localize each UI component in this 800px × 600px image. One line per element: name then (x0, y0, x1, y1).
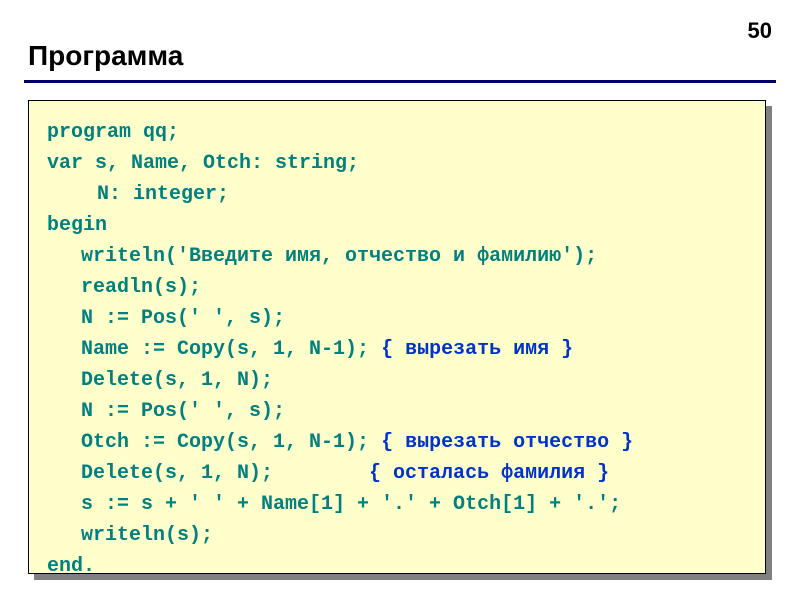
code-line: N: integer; (47, 179, 747, 210)
code-text: writeln('Введите имя, отчество и фамилию… (81, 245, 597, 268)
title-underline (24, 80, 776, 83)
code-line: Delete(s, 1, N); { осталась фамилия } (47, 458, 747, 489)
code-line: Otch := Copy(s, 1, N-1); { вырезать отче… (47, 427, 747, 458)
code-container: program qq; var s, Name, Otch: string; N… (28, 100, 772, 580)
page-title: Программа (28, 40, 183, 72)
code-line: writeln(s); (47, 520, 747, 551)
code-line: N := Pos(' ', s); (47, 396, 747, 427)
code-comment: { вырезать имя } (381, 338, 573, 361)
code-comment: { вырезать отчество } (381, 431, 633, 454)
code-line: Name := Copy(s, 1, N-1); { вырезать имя … (47, 334, 747, 365)
code-line: s := s + ' ' + Name[1] + '.' + Otch[1] +… (47, 489, 747, 520)
code-text: N := Pos(' ', s); (81, 400, 285, 423)
code-line: end. (47, 551, 747, 582)
code-box: program qq; var s, Name, Otch: string; N… (28, 100, 766, 574)
code-text: begin (47, 214, 107, 237)
code-line: program qq; (47, 117, 747, 148)
code-line: writeln('Введите имя, отчество и фамилию… (47, 241, 747, 272)
code-text: Delete(s, 1, N); (81, 462, 369, 485)
code-text: N := Pos(' ', s); (81, 307, 285, 330)
code-text: readln(s); (81, 276, 201, 299)
page-number: 50 (748, 18, 772, 44)
code-line: N := Pos(' ', s); (47, 303, 747, 334)
code-text: end. (47, 555, 95, 578)
code-text: program qq; (47, 121, 179, 144)
code-text: Name := Copy(s, 1, N-1); (81, 338, 381, 361)
code-line: Delete(s, 1, N); (47, 365, 747, 396)
code-text: var s, Name, Otch: string; (47, 152, 359, 175)
code-line: var s, Name, Otch: string; (47, 148, 747, 179)
code-comment: { осталась фамилия } (369, 462, 609, 485)
code-line: begin (47, 210, 747, 241)
code-text: s := s + ' ' + Name[1] + '.' + Otch[1] +… (81, 493, 621, 516)
code-text: Delete(s, 1, N); (81, 369, 273, 392)
code-text: Otch := Copy(s, 1, N-1); (81, 431, 381, 454)
code-text: N: integer; (97, 183, 229, 206)
code-line: readln(s); (47, 272, 747, 303)
code-text: writeln(s); (81, 524, 213, 547)
